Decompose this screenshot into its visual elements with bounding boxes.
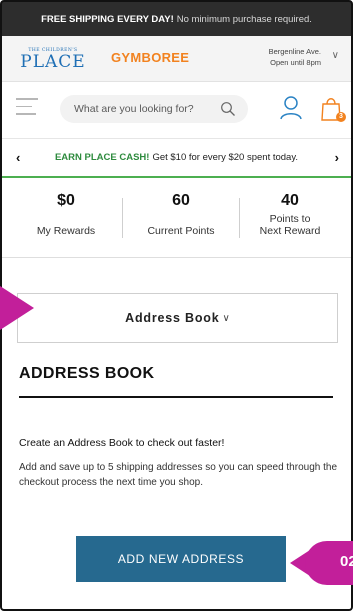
shipping-banner[interactable]: FREE SHIPPING EVERY DAY! No minimum purc… xyxy=(2,2,351,36)
intro-headline: Create an Address Book to check out fast… xyxy=(19,437,225,449)
store-selector[interactable]: Bergenline Ave. Open until 8pm xyxy=(269,46,321,68)
my-rewards-label: My Rewards xyxy=(36,225,96,237)
current-points-value: 60 xyxy=(172,192,190,209)
search-input[interactable] xyxy=(74,95,214,123)
promo-highlight[interactable]: EARN PLACE CASH! xyxy=(55,152,149,163)
logo-place-big: PLACE xyxy=(20,51,86,72)
gymboree-logo[interactable]: GYMBOREE xyxy=(111,50,189,65)
store-hours: Open until 8pm xyxy=(270,58,321,67)
header-search-row: 3 xyxy=(2,82,351,136)
page-title: ADDRESS BOOK xyxy=(19,365,155,382)
heading-underline xyxy=(19,396,333,398)
points-to-next-reward: 40 Points to Next Reward xyxy=(240,192,340,237)
next-reward-value: 40 xyxy=(281,192,299,209)
brand-row: THE CHILDREN'S PLACE GYMBOREE Bergenline… xyxy=(2,36,351,82)
chevron-left-icon[interactable]: ‹ xyxy=(16,150,20,165)
intro-description: Add and save up to 5 shipping addresses … xyxy=(19,462,338,488)
callout-arrow-left xyxy=(0,286,34,330)
current-points: 60 Current Points xyxy=(131,192,231,237)
hamburger-menu-icon[interactable] xyxy=(16,98,38,116)
phone-screen: FREE SHIPPING EVERY DAY! No minimum purc… xyxy=(0,0,353,611)
account-section-dropdown[interactable]: Address Book ∨ xyxy=(17,293,338,343)
callout-number: 02 xyxy=(340,553,353,570)
promo-text: Get $10 for every $20 spent today. xyxy=(152,152,299,163)
account-icon[interactable] xyxy=(280,96,302,120)
current-points-label: Current Points xyxy=(147,225,215,237)
promo-carousel: ‹ EARN PLACE CASH! Get $10 for every $20… xyxy=(2,138,351,178)
store-name: Bergenline Ave. xyxy=(268,47,321,56)
childrens-place-logo[interactable]: THE CHILDREN'S PLACE xyxy=(18,42,88,76)
next-reward-label-line2: Next Reward xyxy=(259,225,321,237)
dropdown-label: Address Book xyxy=(125,311,220,325)
shipping-banner-headline: FREE SHIPPING EVERY DAY! xyxy=(41,13,174,25)
divider xyxy=(122,198,123,238)
my-rewards: $0 My Rewards xyxy=(16,192,116,237)
bag-count-badge: 3 xyxy=(336,112,346,122)
search-bar xyxy=(60,95,248,123)
next-reward-label-line1: Points to xyxy=(269,213,311,225)
shipping-banner-detail: No minimum purchase required. xyxy=(176,13,312,25)
next-reward-label: Points to Next Reward xyxy=(240,213,340,237)
my-rewards-value: $0 xyxy=(57,192,75,209)
chevron-down-icon: ∨ xyxy=(222,312,230,324)
add-new-address-button[interactable]: ADD NEW ADDRESS xyxy=(76,536,286,582)
chevron-down-icon[interactable]: ∨ xyxy=(332,50,339,61)
search-icon[interactable] xyxy=(220,101,236,117)
chevron-right-icon[interactable]: › xyxy=(335,150,339,165)
rewards-summary: $0 My Rewards 60 Current Points 40 Point… xyxy=(2,180,351,258)
